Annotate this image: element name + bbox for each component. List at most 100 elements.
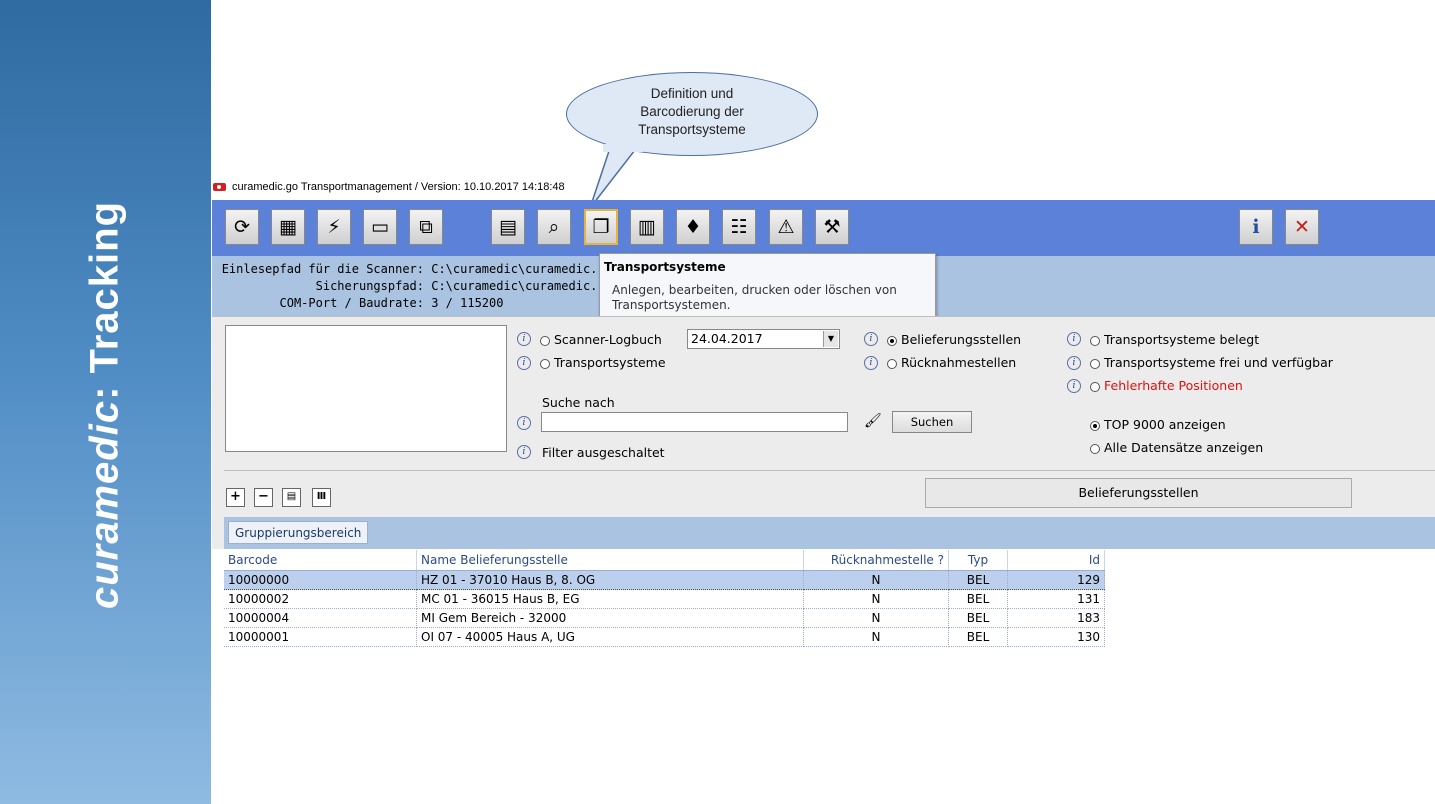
table-row[interactable]: 10000002 MC 01 - 36015 Haus B, EG N BEL … (224, 589, 1105, 609)
sidebar-title: curamedic: Tracking (82, 200, 127, 610)
radio-icon (1090, 335, 1100, 346)
cell-typ: BEL (948, 570, 1008, 590)
selection-listbox[interactable] (225, 325, 507, 452)
cell-id: 183 (1007, 608, 1105, 628)
cell-name: MC 01 - 36015 Haus B, EG (416, 589, 804, 609)
close-icon[interactable]: ✕ (1285, 209, 1319, 245)
cell-barcode: 10000002 (224, 589, 417, 609)
info-icon[interactable]: i (517, 416, 531, 430)
transport-boxes-icon[interactable]: ❐ (584, 209, 618, 245)
radio-icon (1090, 358, 1100, 369)
info-icon[interactable]: i (864, 332, 878, 346)
table-row[interactable]: 10000004 MI Gem Bereich - 32000 N BEL 18… (224, 608, 1105, 628)
cell-ruecknahme: N (803, 570, 949, 590)
main-toolbar: ⟳ ▦ ⚡ ▭ ⧉ ▤ ⌕ ❐ ▥ ♦ ☷ ⚠ ⚒ i ✕ (212, 200, 1435, 256)
branding-sidebar: curamedic: Tracking (0, 0, 211, 804)
cell-ruecknahme: N (803, 627, 949, 647)
column-header-barcode[interactable]: Barcode (224, 550, 417, 571)
warning-icon[interactable]: ⚠ (769, 209, 803, 245)
radio-ruecknahmestellen[interactable]: Rücknahmestellen (887, 355, 1016, 370)
cell-id: 129 (1007, 570, 1105, 590)
app-flag-icon (213, 183, 226, 191)
table-row[interactable]: 10000000 HZ 01 - 37010 Haus B, 8. OG N B… (224, 570, 1105, 590)
grid-header-row: Barcode Name Belieferungsstelle Rücknahm… (224, 550, 1105, 571)
chevron-down-icon[interactable]: ▼ (823, 331, 838, 347)
cell-ruecknahme: N (803, 589, 949, 609)
tooltip-title: Transportsysteme (604, 260, 726, 274)
scanner-icon[interactable]: ⚡ (317, 209, 351, 245)
columns-button[interactable]: Ⅲ (312, 488, 331, 507)
cell-barcode: 10000001 (224, 627, 417, 647)
radio-selected-icon (887, 335, 897, 346)
tooltip-body: Anlegen, bearbeiten, drucken oder lösche… (612, 283, 897, 312)
data-grid: Barcode Name Belieferungsstelle Rücknahm… (224, 550, 1105, 647)
search-button[interactable]: Suchen (892, 411, 972, 433)
radio-selected-icon (1090, 420, 1100, 431)
search-label: Suche nach (542, 395, 615, 410)
expand-all-button[interactable]: + (226, 488, 245, 507)
door-icon[interactable]: ▥ (630, 209, 664, 245)
radio-icon (1090, 381, 1100, 392)
callout-tail-cover (603, 144, 643, 152)
printer-icon[interactable]: ▭ (363, 209, 397, 245)
radio-transportsysteme[interactable]: Transportsysteme (540, 355, 666, 370)
radio-icon (887, 358, 897, 369)
table-row[interactable]: 10000001 OI 07 - 40005 Haus A, UG N BEL … (224, 627, 1105, 647)
backup-path-row: Sicherungspfad: C:\curamedic\curamedic. (315, 279, 598, 293)
clear-brush-icon[interactable]: 🖌 (864, 413, 882, 429)
search-document-icon[interactable]: ⌕ (537, 209, 571, 245)
radio-ts-belegt[interactable]: Transportsysteme belegt (1090, 332, 1259, 347)
radio-icon (540, 335, 550, 346)
radio-fehlerhafte[interactable]: Fehlerhafte Positionen (1090, 378, 1243, 393)
cell-typ: BEL (948, 627, 1008, 647)
search-input[interactable] (541, 412, 848, 432)
cell-name: MI Gem Bereich - 32000 (416, 608, 804, 628)
cell-barcode: 10000004 (224, 608, 417, 628)
cell-id: 131 (1007, 589, 1105, 609)
info-icon[interactable]: i (1239, 209, 1273, 245)
scanner-path-row: Einlesepfad für die Scanner: C:\curamedi… (221, 262, 598, 276)
grouping-area (224, 517, 1435, 549)
tools-icon[interactable]: ⚒ (815, 209, 849, 245)
com-port-row: COM-Port / Baudrate: 3 / 115200 (279, 296, 504, 310)
info-icon[interactable]: i (517, 445, 531, 459)
cell-id: 130 (1007, 627, 1105, 647)
settings-list-icon[interactable]: ☷ (722, 209, 756, 245)
cell-name: OI 07 - 40005 Haus A, UG (416, 627, 804, 647)
cell-barcode: 10000000 (224, 570, 417, 590)
info-icon[interactable]: i (517, 356, 531, 370)
info-icon[interactable]: i (1067, 379, 1081, 393)
view-label: Belieferungsstellen (925, 478, 1352, 508)
column-header-id[interactable]: Id (1007, 550, 1105, 571)
network-icon[interactable]: ⧉ (409, 209, 443, 245)
date-select[interactable]: 24.04.2017 ▼ (687, 329, 840, 349)
info-icon[interactable]: i (1067, 356, 1081, 370)
radio-belieferungsstellen[interactable]: Belieferungsstellen (887, 332, 1021, 347)
radio-ts-frei[interactable]: Transportsysteme frei und verfügbar (1090, 355, 1333, 370)
group-layout-button[interactable]: ▤ (282, 488, 301, 507)
column-header-name[interactable]: Name Belieferungsstelle (416, 550, 804, 571)
radio-icon (540, 358, 550, 369)
column-header-ruecknahme[interactable]: Rücknahmestelle ? (803, 550, 949, 571)
report-icon[interactable]: ▤ (491, 209, 525, 245)
column-header-typ[interactable]: Typ (948, 550, 1008, 571)
cell-typ: BEL (948, 608, 1008, 628)
radio-top-9000[interactable]: TOP 9000 anzeigen (1090, 417, 1226, 432)
location-pin-icon[interactable]: ♦ (676, 209, 710, 245)
pc-icon[interactable]: ▦ (271, 209, 305, 245)
info-icon[interactable]: i (517, 332, 531, 346)
radio-alle[interactable]: Alle Datensätze anzeigen (1090, 440, 1263, 455)
collapse-all-button[interactable]: − (254, 488, 273, 507)
info-icon[interactable]: i (1067, 332, 1081, 346)
window-title: curamedic.go Transportmanagement / Versi… (213, 181, 565, 193)
info-icon[interactable]: i (864, 356, 878, 370)
filter-status: Filter ausgeschaltet (542, 445, 665, 460)
cell-ruecknahme: N (803, 608, 949, 628)
cell-name: HZ 01 - 37010 Haus B, 8. OG (416, 570, 804, 590)
cell-typ: BEL (948, 589, 1008, 609)
sync-icon[interactable]: ⟳ (225, 209, 259, 245)
radio-scanner-logbuch[interactable]: Scanner-Logbuch (540, 332, 662, 347)
radio-icon (1090, 443, 1100, 454)
grouping-button[interactable]: Gruppierungsbereich (228, 521, 369, 544)
toolbar-tooltip: Transportsysteme Anlegen, bearbeiten, dr… (599, 253, 936, 321)
